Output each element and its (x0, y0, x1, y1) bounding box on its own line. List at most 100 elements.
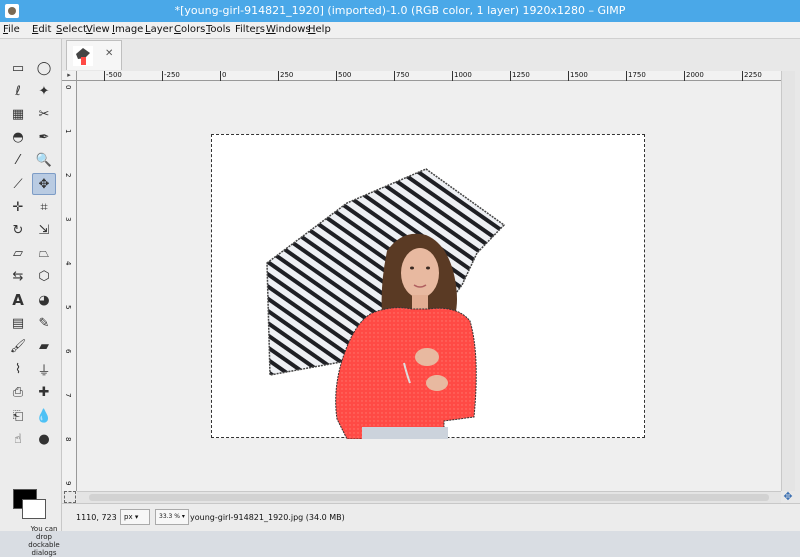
file-info: young-girl-914821_1920.jpg (34.0 MB) (190, 513, 345, 522)
menu-select[interactable]: Select (56, 24, 87, 35)
smudge-tool-icon[interactable]: ☝ (6, 428, 30, 450)
ellipse-select-tool-icon[interactable]: ◯ (32, 57, 56, 79)
canvas-area[interactable] (77, 81, 781, 491)
airbrush-tool-icon[interactable]: ⌇ (6, 359, 30, 381)
paintbrush-tool-icon[interactable]: 🖌 (6, 335, 30, 357)
free-select-tool-icon[interactable]: ℓ (6, 80, 30, 102)
horizontal-scrollbar[interactable] (77, 491, 781, 503)
menu-edit[interactable]: Edit (32, 24, 51, 35)
h-ruler-tick (220, 71, 221, 81)
menu-image[interactable]: Image (112, 24, 143, 35)
dock-hint-text: You can drop dockable dialogs (28, 525, 60, 557)
v-ruler-label: 3 (64, 217, 72, 222)
ruler-corner-icon[interactable]: ▸ (62, 71, 77, 81)
quick-mask-toggle[interactable] (64, 491, 76, 503)
flip-tool-icon[interactable]: ⇆ (6, 266, 30, 288)
blur-sharpen-tool-icon[interactable]: 💧 (32, 405, 56, 427)
girl-with-umbrella-image (266, 168, 506, 440)
h-ruler-label: 1250 (512, 71, 530, 79)
paths-tool-icon[interactable]: ✒ (32, 127, 56, 149)
color-picker-tool-icon[interactable]: ⁄ (6, 150, 30, 172)
text-tool-icon[interactable]: A (6, 289, 30, 311)
h-ruler-label: 250 (280, 71, 294, 79)
menu-windows[interactable]: Windows (266, 24, 311, 35)
h-ruler-tick (278, 71, 279, 81)
toolbox: You can drop dockable dialogs ▭ ◯ ℓ ✦ ▦ ✂ ◓ ✒ ⁄ 🔍… (0, 39, 62, 557)
bucket-fill-tool-icon[interactable]: ◕ (32, 289, 56, 311)
blend-tool-icon[interactable]: ▤ (6, 312, 30, 334)
v-ruler-label: 8 (64, 437, 72, 442)
ink-tool-icon[interactable]: ⏚ (32, 359, 56, 381)
h-ruler-label: 1750 (628, 71, 646, 79)
scissors-select-tool-icon[interactable]: ✂ (32, 103, 56, 125)
image-tab-strip: ✕ (62, 39, 800, 71)
h-ruler-tick (742, 71, 743, 81)
gimp-window: *[young-girl-914821_1920] (imported)-1.0… (0, 0, 800, 557)
h-ruler-tick (684, 71, 685, 81)
zoom-value: 33.3 % (159, 513, 180, 520)
h-ruler-tick (336, 71, 337, 81)
vertical-ruler[interactable]: 0 1 2 3 4 5 6 7 8 9 (62, 81, 77, 491)
v-ruler-label: 5 (64, 305, 72, 310)
eraser-tool-icon[interactable]: ▰ (32, 335, 56, 357)
h-ruler-tick (162, 71, 163, 81)
image-thumbnail-icon (73, 46, 93, 66)
foreground-select-tool-icon[interactable]: ◓ (6, 127, 30, 149)
h-ruler-label: 500 (338, 71, 352, 79)
image-canvas[interactable] (211, 134, 645, 440)
chevron-down-icon: ▾ (134, 513, 139, 521)
v-ruler-label: 1 (64, 129, 72, 134)
vertical-scrollbar[interactable] (781, 71, 795, 491)
h-ruler-label: -250 (164, 71, 180, 79)
fuzzy-select-tool-icon[interactable]: ✦ (32, 80, 56, 102)
h-ruler-tick (452, 71, 453, 81)
move-tool-icon[interactable]: ✥ (32, 173, 56, 195)
menu-filters[interactable]: Filters (235, 24, 265, 35)
perspective-tool-icon[interactable]: ⏢ (32, 243, 56, 265)
menu-help[interactable]: Help (308, 24, 331, 35)
menu-layer[interactable]: Layer (145, 24, 173, 35)
zoom-select[interactable]: 33.3 % ▾ (155, 509, 189, 525)
h-ruler-label: -500 (106, 71, 122, 79)
v-ruler-label: 9 (64, 481, 72, 486)
perspective-clone-tool-icon[interactable]: ⎗ (6, 405, 30, 427)
background-color-swatch[interactable] (22, 499, 46, 519)
navigate-icon[interactable]: ✥ (781, 491, 795, 503)
zoom-tool-icon[interactable]: 🔍 (32, 150, 56, 172)
rotate-tool-icon[interactable]: ↻ (6, 219, 30, 241)
h-ruler-label: 0 (222, 71, 227, 79)
crop-tool-icon[interactable]: ⌗ (32, 196, 56, 218)
measure-tool-icon[interactable]: ⟋ (6, 173, 30, 195)
scroll-thumb[interactable] (89, 494, 769, 501)
select-by-color-tool-icon[interactable]: ▦ (6, 103, 30, 125)
image-tab[interactable]: ✕ (66, 40, 122, 70)
status-bar: 1110, 723 px ▾ 33.3 % ▾ young-girl-91482… (62, 503, 800, 531)
menu-view[interactable]: View (86, 24, 110, 35)
h-ruler-tick (510, 71, 511, 81)
window-title: *[young-girl-914821_1920] (imported)-1.0… (174, 4, 626, 17)
scale-tool-icon[interactable]: ⇲ (32, 219, 56, 241)
unit-select[interactable]: px ▾ (120, 509, 150, 525)
v-ruler-label: 7 (64, 393, 72, 398)
pencil-tool-icon[interactable]: ✎ (32, 312, 56, 334)
v-ruler-label: 0 (64, 85, 72, 90)
clone-tool-icon[interactable]: ⎙ (6, 382, 30, 404)
h-ruler-tick (104, 71, 105, 81)
unit-value: px (124, 513, 133, 521)
menu-file[interactable]: File (3, 24, 20, 35)
pointer-coordinates: 1110, 723 (76, 513, 117, 522)
shear-tool-icon[interactable]: ▱ (6, 243, 30, 265)
horizontal-ruler[interactable]: -500 -250 0 250 500 750 1000 1250 1500 1750 2000 22… (77, 71, 781, 81)
h-ruler-tick (568, 71, 569, 81)
menu-tools[interactable]: Tools (206, 24, 231, 35)
menu-colors[interactable]: Colors (174, 24, 205, 35)
heal-tool-icon[interactable]: ✚ (32, 382, 56, 404)
cage-transform-tool-icon[interactable]: ⬡ (32, 266, 56, 288)
v-ruler-label: 4 (64, 261, 72, 266)
rect-select-tool-icon[interactable]: ▭ (6, 57, 30, 79)
dodge-burn-tool-icon[interactable]: ● (32, 428, 56, 450)
align-tool-icon[interactable]: ✛ (6, 196, 30, 218)
menu-bar: File Edit Select View Image Layer Colors Tools F… (0, 22, 800, 39)
close-tab-icon[interactable]: ✕ (105, 48, 113, 59)
h-ruler-tick (394, 71, 395, 81)
